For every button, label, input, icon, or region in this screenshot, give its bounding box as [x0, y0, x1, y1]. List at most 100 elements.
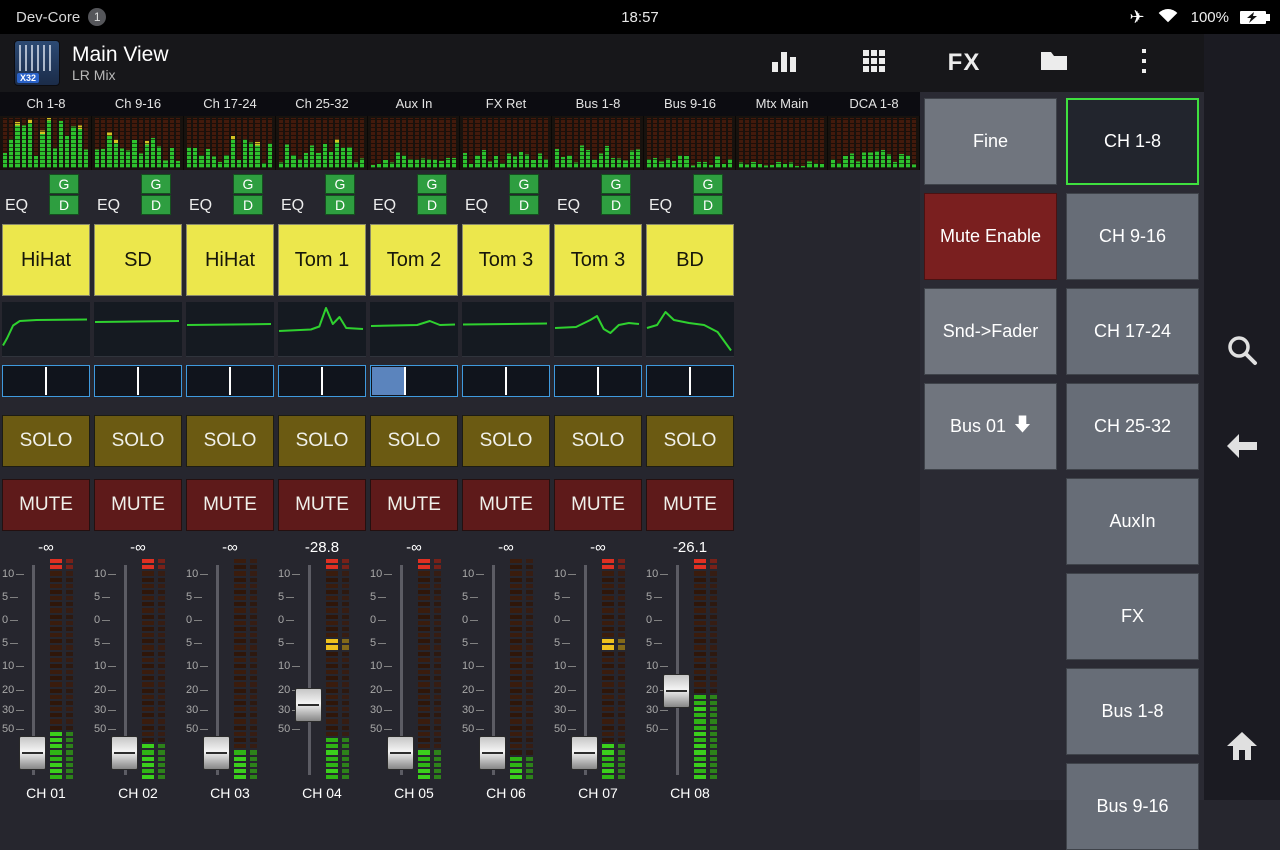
layer-ch-17-24[interactable]: CH 17-24 [1066, 288, 1199, 375]
pan-slider[interactable] [646, 365, 734, 397]
fader-cap[interactable] [111, 736, 138, 770]
control-snd-fader[interactable]: Snd->Fader [924, 288, 1057, 375]
pan-slider[interactable] [462, 365, 550, 397]
pan-slider[interactable] [554, 365, 642, 397]
channel-meter [602, 559, 614, 779]
solo-button[interactable]: SOLO [278, 415, 366, 467]
eq-curve-display[interactable] [554, 302, 642, 357]
pan-slider[interactable] [94, 365, 182, 397]
layer-ch-9-16[interactable]: CH 9-16 [1066, 193, 1199, 280]
pan-slider[interactable] [370, 365, 458, 397]
eq-curve-display[interactable] [646, 302, 734, 357]
fader-cap[interactable] [663, 674, 690, 708]
home-button[interactable] [1224, 730, 1260, 766]
gate-indicator[interactable]: G [233, 174, 263, 194]
layer-auxin[interactable]: AuxIn [1066, 478, 1199, 565]
fader-cap[interactable] [295, 688, 322, 722]
mute-button[interactable]: MUTE [646, 479, 734, 531]
meters-button[interactable] [764, 43, 804, 83]
channel-name[interactable]: SD [94, 224, 182, 296]
gate-indicator[interactable]: G [141, 174, 171, 194]
solo-button[interactable]: SOLO [554, 415, 642, 467]
channel-name[interactable]: Tom 3 [554, 224, 642, 296]
scenes-button[interactable] [1034, 43, 1074, 83]
channel-name[interactable]: Tom 2 [370, 224, 458, 296]
mute-button[interactable]: MUTE [554, 479, 642, 531]
dynamics-indicator[interactable]: D [601, 195, 631, 215]
layer-ch-1-8[interactable]: CH 1-8 [1066, 98, 1199, 185]
layer-ch-25-32[interactable]: CH 25-32 [1066, 383, 1199, 470]
solo-button[interactable]: SOLO [646, 415, 734, 467]
dialpad-button[interactable] [854, 43, 894, 83]
gate-indicator[interactable]: G [509, 174, 539, 194]
app-icon[interactable]: X32 [14, 40, 60, 86]
solo-button[interactable]: SOLO [370, 415, 458, 467]
search-button[interactable] [1224, 334, 1260, 370]
gate-indicator[interactable]: G [325, 174, 355, 194]
mute-button[interactable]: MUTE [186, 479, 274, 531]
tab-dca-1-8[interactable]: DCA 1-8 [828, 92, 920, 116]
eq-curve-display[interactable] [278, 302, 366, 357]
solo-button[interactable]: SOLO [2, 415, 90, 467]
gate-indicator[interactable]: G [49, 174, 79, 194]
eq-curve-display[interactable] [186, 302, 274, 357]
scale-label: 10 [462, 660, 474, 672]
fx-button[interactable]: FX [944, 43, 984, 83]
clock: 18:57 [0, 9, 1280, 26]
dynamics-indicator[interactable]: D [417, 195, 447, 215]
mute-button[interactable]: MUTE [370, 479, 458, 531]
eq-curve-display[interactable] [2, 302, 90, 357]
mute-button[interactable]: MUTE [2, 479, 90, 531]
channel-name[interactable]: Tom 3 [462, 224, 550, 296]
eq-curve-display[interactable] [462, 302, 550, 357]
dynamics-indicator[interactable]: D [509, 195, 539, 215]
fader-track[interactable] [676, 565, 679, 775]
dynamics-indicator[interactable]: D [233, 195, 263, 215]
tab-ch-9-16[interactable]: Ch 9-16 [92, 92, 184, 116]
back-button[interactable] [1224, 430, 1260, 466]
control-mute-enable[interactable]: Mute Enable [924, 193, 1057, 280]
eq-curve-display[interactable] [94, 302, 182, 357]
tab-ch-1-8[interactable]: Ch 1-8 [0, 92, 92, 116]
tab-fx-ret[interactable]: FX Ret [460, 92, 552, 116]
tab-ch-25-32[interactable]: Ch 25-32 [276, 92, 368, 116]
channel-name[interactable]: BD [646, 224, 734, 296]
mute-button[interactable]: MUTE [94, 479, 182, 531]
solo-button[interactable]: SOLO [462, 415, 550, 467]
pan-slider[interactable] [2, 365, 90, 397]
dynamics-indicator[interactable]: D [325, 195, 355, 215]
fader-cap[interactable] [387, 736, 414, 770]
dynamics-indicator[interactable]: D [693, 195, 723, 215]
mute-button[interactable]: MUTE [278, 479, 366, 531]
channel-name[interactable]: HiHat [2, 224, 90, 296]
layer-fx[interactable]: FX [1066, 573, 1199, 660]
mute-button[interactable]: MUTE [462, 479, 550, 531]
control-fine[interactable]: Fine [924, 98, 1057, 185]
solo-button[interactable]: SOLO [186, 415, 274, 467]
dynamics-indicator[interactable]: D [141, 195, 171, 215]
solo-button[interactable]: SOLO [94, 415, 182, 467]
tab-bus-9-16[interactable]: Bus 9-16 [644, 92, 736, 116]
fader-cap[interactable] [19, 736, 46, 770]
fader-cap[interactable] [479, 736, 506, 770]
control-bus-01[interactable]: Bus 01 [924, 383, 1057, 470]
layer-bus-9-16[interactable]: Bus 9-16 [1066, 763, 1199, 850]
gate-indicator[interactable]: G [693, 174, 723, 194]
fader-track[interactable] [308, 565, 311, 775]
tab-mtx-main[interactable]: Mtx Main [736, 92, 828, 116]
layer-bus-1-8[interactable]: Bus 1-8 [1066, 668, 1199, 755]
tab-bus-1-8[interactable]: Bus 1-8 [552, 92, 644, 116]
dynamics-indicator[interactable]: D [49, 195, 79, 215]
channel-name[interactable]: Tom 1 [278, 224, 366, 296]
pan-slider[interactable] [186, 365, 274, 397]
gate-indicator[interactable]: G [601, 174, 631, 194]
channel-name[interactable]: HiHat [186, 224, 274, 296]
pan-slider[interactable] [278, 365, 366, 397]
eq-curve-display[interactable] [370, 302, 458, 357]
tab-ch-17-24[interactable]: Ch 17-24 [184, 92, 276, 116]
tab-aux-in[interactable]: Aux In [368, 92, 460, 116]
fader-cap[interactable] [571, 736, 598, 770]
gate-indicator[interactable]: G [417, 174, 447, 194]
fader-cap[interactable] [203, 736, 230, 770]
menu-button[interactable] [1124, 43, 1164, 83]
